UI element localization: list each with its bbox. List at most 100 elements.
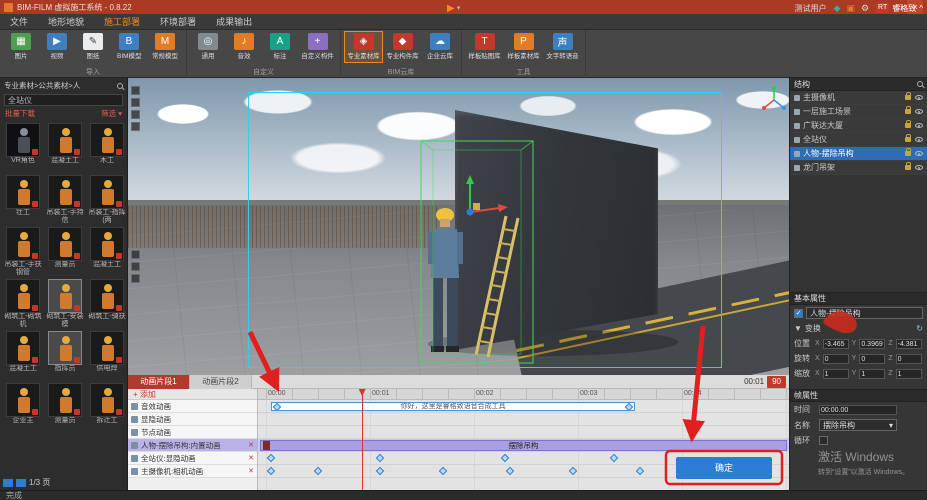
library-item[interactable]: 壮工 [3, 175, 43, 224]
object-name-field[interactable]: 人物-摆除吊构 [806, 307, 923, 319]
library-item[interactable]: 测量员 [45, 227, 85, 276]
track-name-row[interactable]: 节点动画 [128, 426, 257, 439]
ribbon-tool[interactable]: ◈专业素材库 [345, 32, 382, 62]
library-item[interactable]: 木工 [87, 123, 127, 172]
library-item[interactable]: 测量员 [45, 383, 85, 432]
menu-item[interactable]: 地形地貌 [38, 14, 94, 30]
ribbon-tool[interactable]: ☁企业云库 [423, 32, 457, 62]
value-z-field[interactable]: -4.381 [896, 339, 922, 349]
track-name-row[interactable]: 显隐动画 [128, 413, 257, 426]
library-item[interactable]: 吊装工-手持信 [45, 175, 85, 224]
ribbon-tool[interactable]: T样板贴图库 [466, 32, 503, 62]
keyframe-diamond[interactable] [501, 454, 509, 462]
keyframe-diamond[interactable] [314, 467, 322, 475]
animation-clip-tab[interactable]: 动画片段1 [128, 375, 190, 389]
camera-tool-icon[interactable] [131, 274, 140, 283]
character-thumbnail[interactable] [90, 279, 124, 313]
animation-clip-tab[interactable]: 动画片段2 [190, 375, 252, 389]
visibility-eye-icon[interactable] [915, 109, 923, 114]
character-thumbnail[interactable] [48, 383, 82, 417]
audio-keyframe-diamond[interactable] [273, 402, 281, 410]
value-y-field[interactable]: 1 [859, 369, 885, 379]
character-thumbnail[interactable] [90, 383, 124, 417]
library-item[interactable]: 砌筑工-骑扶 [87, 279, 127, 328]
character-thumbnail[interactable] [48, 123, 82, 157]
library-item[interactable]: 混凝土工 [87, 227, 127, 276]
viewport-3d[interactable] [128, 78, 789, 375]
menu-item[interactable]: 环境部署 [150, 14, 206, 30]
collapse-icon[interactable]: ▼ [794, 324, 802, 333]
character-thumbnail[interactable] [6, 175, 40, 209]
track-name-row[interactable]: 主摄像机:相机动画 [128, 465, 257, 478]
node-track[interactable] [258, 426, 789, 439]
keyframe-diamond[interactable] [610, 454, 618, 462]
filter-download-label[interactable]: 批量下载 [5, 108, 35, 119]
audio-tooltip-bar[interactable]: 你好，这里是睿格致语音合成工具 [271, 402, 635, 411]
lock-icon[interactable] [905, 109, 911, 114]
character-thumbnail[interactable] [6, 383, 40, 417]
character-thumbnail[interactable] [48, 175, 82, 209]
library-item[interactable]: 供电焊 [87, 331, 127, 380]
marquee-tool-icon[interactable] [131, 250, 140, 259]
scene-tree-item[interactable]: 人物-摆除吊构 [790, 147, 927, 161]
pager-prev-button[interactable] [3, 479, 13, 487]
play-dropdown-icon[interactable]: ▾ [457, 4, 461, 12]
select-tool-icon[interactable] [131, 86, 140, 95]
keyframe-diamond[interactable] [267, 454, 275, 462]
menubar-icon[interactable]: ⚙ [861, 0, 869, 16]
character-thumbnail[interactable] [48, 279, 82, 313]
search-icon[interactable] [117, 83, 123, 89]
character-thumbnail[interactable] [90, 175, 124, 209]
track-name-row[interactable]: 全站仪:显隐动画 [128, 452, 257, 465]
value-x-field[interactable]: 1 [823, 369, 849, 379]
character-thumbnail[interactable] [6, 227, 40, 261]
animation-clip-bar[interactable]: 摆除吊构 [260, 440, 787, 451]
library-item[interactable]: 企业主 [3, 383, 43, 432]
lock-icon[interactable] [905, 95, 911, 100]
scale-tool-icon[interactable] [131, 122, 140, 131]
brand-collapse-icon[interactable]: ^ [919, 4, 923, 13]
character-thumbnail[interactable] [6, 279, 40, 313]
audio-keyframe-diamond[interactable] [625, 402, 633, 410]
ribbon-tool[interactable]: ▦图片 [4, 32, 38, 62]
ribbon-tool[interactable]: M常规模型 [148, 32, 182, 62]
character-animation-track[interactable]: 摆除吊构 [258, 439, 789, 452]
confirm-button[interactable]: 确定 [676, 457, 772, 479]
track-name-row[interactable]: 音效动画 [128, 400, 257, 413]
keyframe-diamond[interactable] [569, 467, 577, 475]
menubar-icon[interactable]: ◆ [834, 0, 841, 16]
lock-icon[interactable] [905, 151, 911, 156]
menu-item[interactable]: 文件 [0, 14, 38, 30]
character-thumbnail[interactable] [48, 331, 82, 365]
visibility-eye-icon[interactable] [915, 95, 923, 100]
value-x-field[interactable]: 0 [823, 354, 849, 364]
ribbon-tool[interactable]: ✎图纸 [76, 32, 110, 62]
measure-tool-icon[interactable] [131, 262, 140, 271]
frame-name-dropdown[interactable]: 摆除吊构 ▾ [819, 419, 897, 431]
clip-start-marker[interactable] [263, 441, 270, 450]
rotate-tool-icon[interactable] [131, 110, 140, 119]
ribbon-tool[interactable]: ♪音效 [227, 32, 261, 62]
scene-tree-item[interactable]: 一层施工场景 [790, 105, 927, 119]
visibility-track[interactable] [258, 413, 789, 426]
library-item[interactable]: VR角色 [3, 123, 43, 172]
library-item[interactable]: 指挥员 [45, 331, 85, 380]
ribbon-tool[interactable]: ▶视频 [40, 32, 74, 62]
library-search-input[interactable]: 全站仪 [4, 94, 123, 106]
playhead[interactable] [362, 389, 363, 490]
current-user-label[interactable]: 测试用户 [795, 3, 827, 14]
play-button[interactable]: ▶ [447, 3, 455, 14]
object-enabled-checkbox[interactable]: ✓ [794, 309, 803, 318]
filter-sort-dropdown[interactable]: 筛选 ▾ [101, 108, 122, 119]
keyframe-diamond[interactable] [267, 467, 275, 475]
lock-icon[interactable] [905, 165, 911, 170]
ribbon-tool[interactable]: ◆专业构件库 [384, 32, 421, 62]
move-tool-icon[interactable] [131, 98, 140, 107]
value-z-field[interactable]: 0 [896, 354, 922, 364]
library-item[interactable]: 吊装工-指挥(两 [87, 175, 127, 224]
library-item[interactable]: 拆迁工 [87, 383, 127, 432]
keyframe-diamond[interactable] [376, 454, 384, 462]
ribbon-tool[interactable]: P样板素材库 [505, 32, 542, 62]
time-ruler[interactable]: 00:0000:0100:0200:0300:04 [258, 389, 789, 400]
value-x-field[interactable]: -3.465 [823, 339, 849, 349]
